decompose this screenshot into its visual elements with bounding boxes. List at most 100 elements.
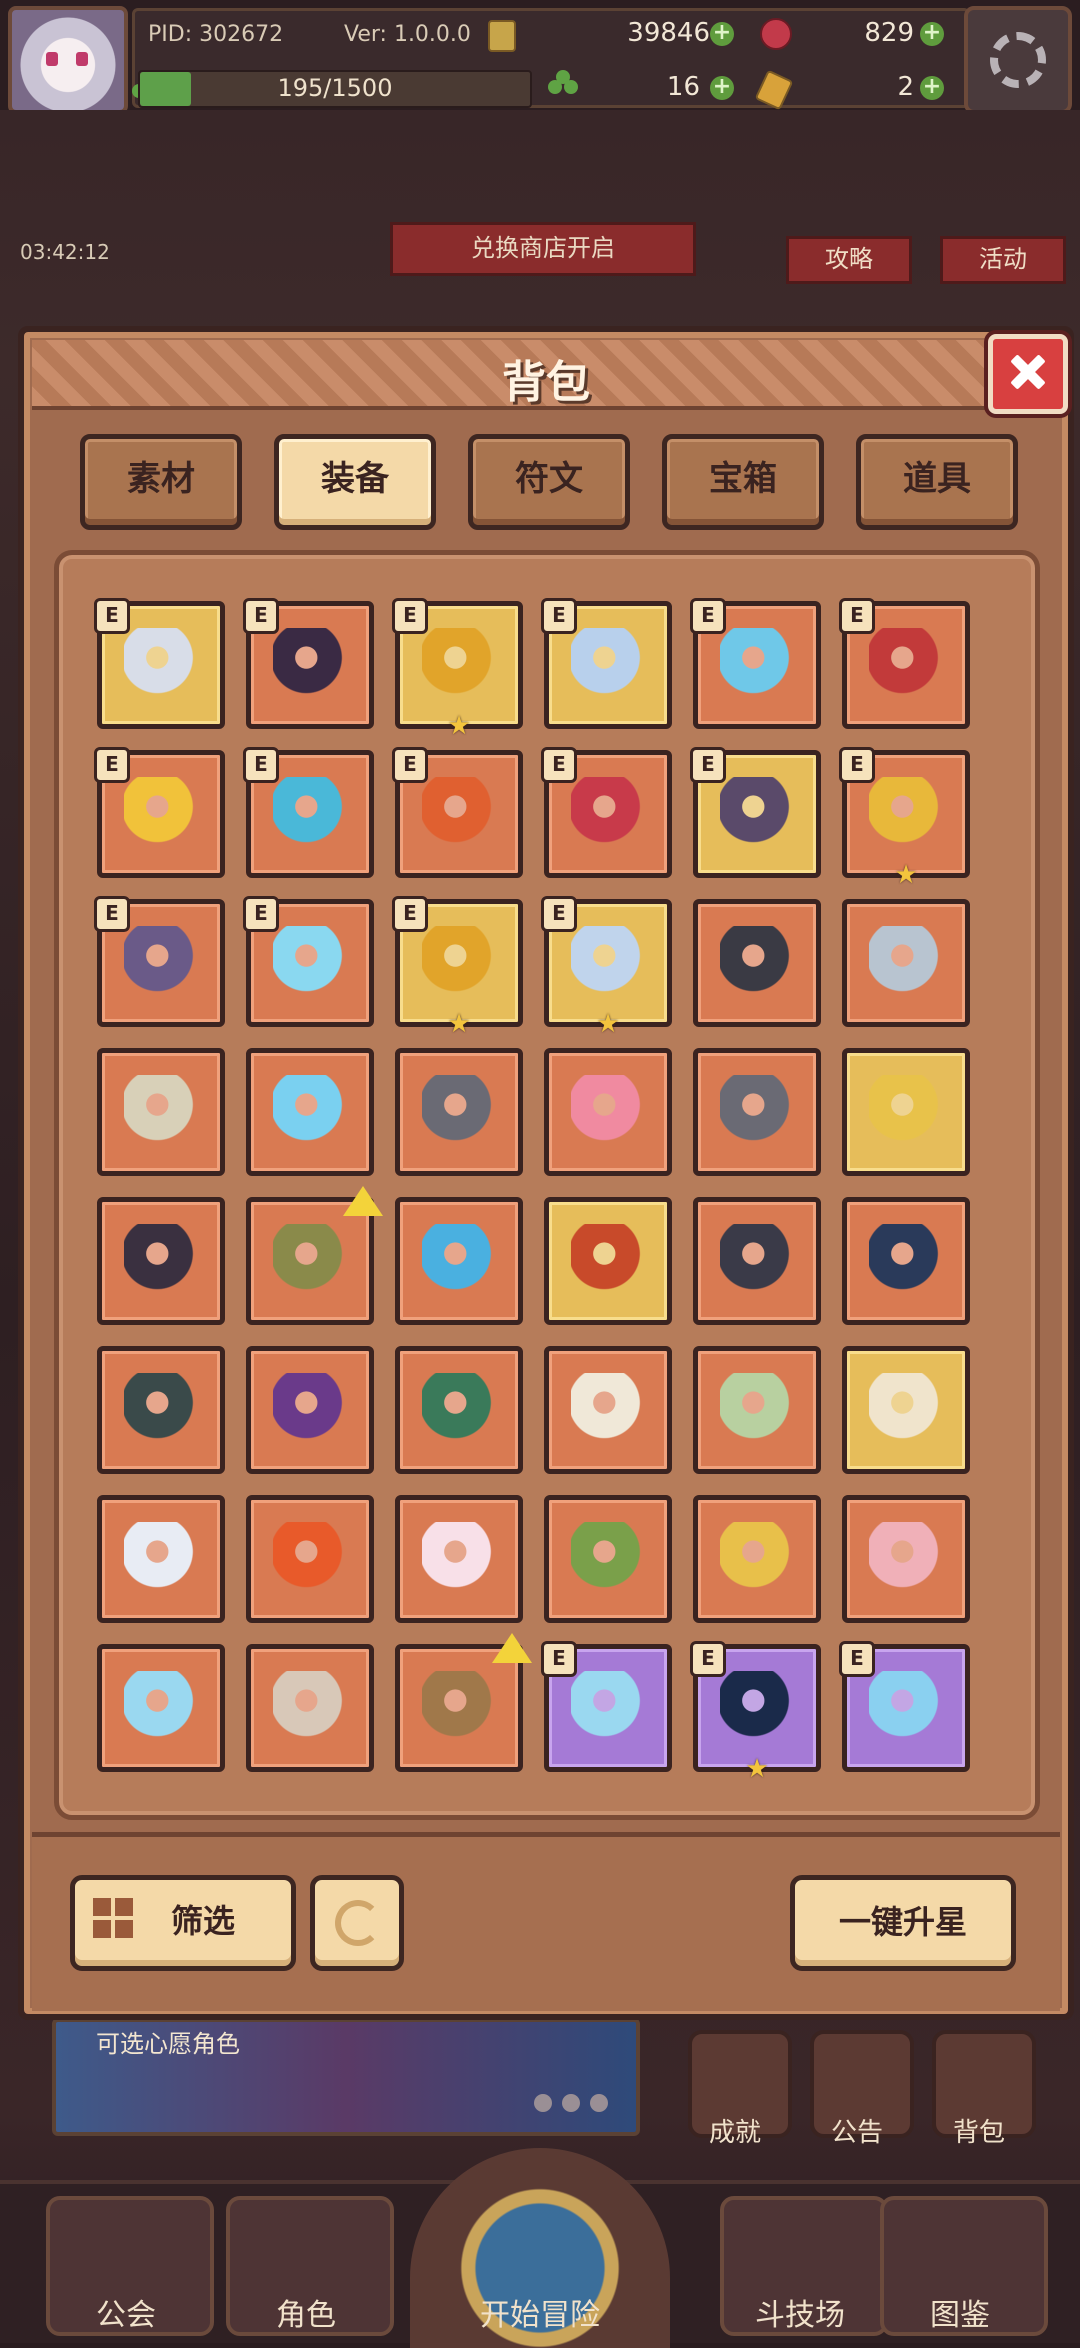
- inventory-slot-void-boots[interactable]: E: [94, 896, 225, 1027]
- inventory-slot-dark-scythe[interactable]: [693, 899, 821, 1027]
- inventory-slot-cloth-boots[interactable]: [842, 1346, 970, 1474]
- inventory-slot-ruby-belt[interactable]: E: [541, 747, 672, 878]
- tab-items[interactable]: 道具: [856, 434, 1018, 530]
- equipped-badge: E: [392, 598, 428, 634]
- upgrade-arrow-icon: [492, 1633, 532, 1663]
- inventory-slot-azure-sword[interactable]: [246, 1048, 374, 1176]
- start-adventure-label: 开始冒险: [480, 2298, 600, 2333]
- seed-pot-icon: [422, 1671, 496, 1745]
- inventory-slot-royal-robe[interactable]: E: [839, 598, 970, 729]
- inventory-slot-bronze-helm[interactable]: [246, 1186, 383, 1325]
- avatar-eye-right: [76, 52, 88, 66]
- settings-button[interactable]: [964, 6, 1072, 114]
- inventory-slot-void-orb[interactable]: E ★: [690, 1641, 821, 1782]
- equipped-badge: E: [392, 747, 428, 783]
- inventory-slot-fire-gem[interactable]: [246, 1495, 374, 1623]
- inventory-slot-ice-collar[interactable]: [97, 1644, 225, 1772]
- star-icon: ★: [596, 1009, 620, 1039]
- inventory-slot-gold-shield[interactable]: [693, 1495, 821, 1623]
- amethyst-ring-icon: [273, 1373, 347, 1447]
- inventory-slot-blue-hat[interactable]: [395, 1197, 523, 1325]
- inventory-slot-gold-amulet[interactable]: [842, 1048, 970, 1176]
- gem-count: 829: [864, 18, 914, 48]
- add-gold-icon[interactable]: +: [710, 22, 734, 46]
- inventory-slot-crystal-crown[interactable]: E: [541, 598, 672, 729]
- add-clover-icon[interactable]: +: [710, 76, 734, 100]
- bottom-toolbar: 筛选 一键升星: [32, 1832, 1060, 2011]
- inventory-slot-flame-gauntlet[interactable]: E: [392, 747, 523, 878]
- inventory-slot-dark-scepter[interactable]: E: [243, 598, 374, 729]
- tab-materials[interactable]: 素材: [80, 434, 242, 530]
- clover-icon: [548, 70, 578, 100]
- inventory-slot-silver-helm[interactable]: E ★: [541, 896, 672, 1037]
- equipped-badge: E: [690, 747, 726, 783]
- inventory-slot-short-dagger[interactable]: [395, 1048, 523, 1176]
- inventory-slot-crossed-swords[interactable]: [842, 899, 970, 1027]
- inventory-slot-moss-boots[interactable]: [693, 1346, 821, 1474]
- inventory-slot-seed-pot[interactable]: [395, 1633, 532, 1772]
- tab-runes[interactable]: 符文: [468, 434, 630, 530]
- star-icon: ★: [894, 860, 918, 890]
- inventory-slot-horned-helm[interactable]: [97, 1197, 225, 1325]
- inventory-slot-gold-chestplate[interactable]: E: [94, 747, 225, 878]
- inventory-slot-shadow-glove[interactable]: [693, 1197, 821, 1325]
- bone-necklace-icon: [273, 1671, 347, 1745]
- inventory-slot-bone-necklace[interactable]: [246, 1644, 374, 1772]
- add-gems-icon[interactable]: +: [920, 22, 944, 46]
- inventory-slot-heart-choker[interactable]: [842, 1495, 970, 1623]
- player-avatar[interactable]: [8, 6, 128, 114]
- inventory-slot-frost-gem[interactable]: E: [243, 896, 374, 1027]
- inventory-slot-frost-boots[interactable]: E: [243, 747, 374, 878]
- inventory-slot-ice-armor[interactable]: E: [690, 598, 821, 729]
- tab-chests[interactable]: 宝箱: [662, 434, 824, 530]
- close-button[interactable]: [988, 334, 1068, 414]
- leaf-pendant-icon: [571, 1522, 645, 1596]
- inventory-slot-shadow-pauldron[interactable]: E: [690, 747, 821, 878]
- tab-equipment[interactable]: 装备: [274, 434, 436, 530]
- shadow-glove-icon: [720, 1224, 794, 1298]
- add-keys-icon[interactable]: +: [920, 76, 944, 100]
- flame-crest-icon: [571, 1224, 645, 1298]
- clover-count: 16: [666, 72, 700, 102]
- inventory-slot-gold-greaves[interactable]: E ★: [839, 747, 970, 888]
- equipped-badge: E: [94, 896, 130, 932]
- inventory-slot-battle-axe[interactable]: [97, 1048, 225, 1176]
- guide-button[interactable]: 攻略: [786, 236, 912, 284]
- equipped-badge: E: [94, 747, 130, 783]
- equipped-badge: E: [392, 896, 428, 932]
- inventory-grid: E E E ★ E E E E E E E E E ★ E E E ★ E ★ E E ★ E: [94, 598, 997, 1782]
- equipped-badge: E: [839, 1641, 875, 1677]
- inventory-slot-dragon-helm[interactable]: [97, 1346, 225, 1474]
- inventory-slot-gold-ring[interactable]: E ★: [392, 598, 523, 739]
- equipped-badge: E: [541, 747, 577, 783]
- cloth-boots-icon: [869, 1373, 943, 1447]
- exchange-shop-banner[interactable]: 兑换商店开启: [390, 222, 696, 276]
- refresh-button[interactable]: [310, 1875, 404, 1971]
- inventory-slot-silver-staff[interactable]: E: [94, 598, 225, 729]
- inventory-slot-flame-crest[interactable]: [544, 1197, 672, 1325]
- refresh-icon: [335, 1900, 381, 1946]
- stamina-bar: 195/1500: [138, 70, 532, 108]
- inventory-slot-ice-scroll[interactable]: E: [839, 1641, 970, 1772]
- inventory-slot-steel-boots[interactable]: [97, 1495, 225, 1623]
- blue-hat-icon: [422, 1224, 496, 1298]
- events-button[interactable]: 活动: [940, 236, 1066, 284]
- inventory-slot-rose-gauntlet[interactable]: [842, 1197, 970, 1325]
- filter-button[interactable]: 筛选: [70, 1875, 296, 1971]
- inventory-slot-pink-mask[interactable]: [544, 1048, 672, 1176]
- inventory-slot-heart-necklace[interactable]: E ★: [392, 896, 523, 1037]
- nav-characters-label: 角色: [276, 2298, 336, 2333]
- inventory-slot-leaf-pendant[interactable]: [544, 1495, 672, 1623]
- category-tabs: 素材 装备 符文 宝箱 道具: [80, 434, 1018, 530]
- inventory-slot-crystal-blade[interactable]: E: [541, 1641, 672, 1772]
- equipped-badge: E: [839, 747, 875, 783]
- inventory-slot-winged-boots[interactable]: [544, 1346, 672, 1474]
- inventory-slot-amethyst-ring[interactable]: [246, 1346, 374, 1474]
- one-click-star-up-button[interactable]: 一键升星: [790, 1875, 1016, 1971]
- ruby-belt-icon: [571, 777, 645, 851]
- inventory-slot-pearl-charm[interactable]: [395, 1495, 523, 1623]
- inventory-slot-iron-hood[interactable]: [693, 1048, 821, 1176]
- inventory-slot-jade-boots[interactable]: [395, 1346, 523, 1474]
- crossed-swords-icon: [869, 926, 943, 1000]
- silver-staff-icon: [124, 628, 198, 702]
